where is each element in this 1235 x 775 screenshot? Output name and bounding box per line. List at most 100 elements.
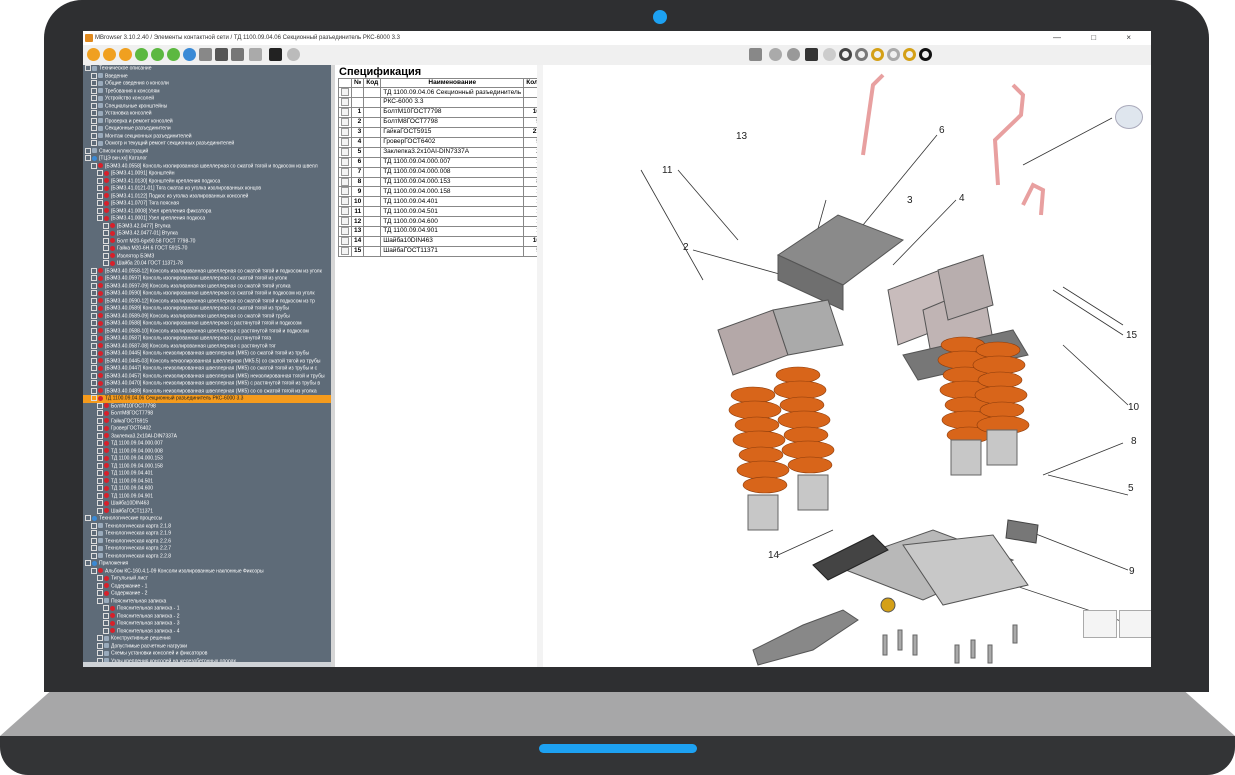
up-icon[interactable] [135,48,148,61]
checkbox-icon[interactable] [341,127,349,136]
tree-item[interactable]: ТД 1100.09.04.000.153 [83,455,331,463]
spec-row[interactable]: 11ТД 1100.09.04.5011 [338,206,543,218]
checkbox-icon[interactable] [341,147,349,156]
expand-icon[interactable] [97,185,103,191]
row-checkbox[interactable] [338,136,352,148]
settings-icon[interactable] [249,48,262,61]
expand-icon[interactable] [91,350,97,356]
tree-item[interactable]: БолтМ8ГОСТ7798 [83,410,331,418]
row-checkbox[interactable] [338,97,352,109]
expand-icon[interactable] [97,582,103,589]
spec-row[interactable]: 10ТД 1100.09.04.4011 [338,196,543,208]
tree-item[interactable]: [БЭМЗ.40.0588] Консоль изолированная шве… [83,320,331,328]
checkbox-icon[interactable] [341,207,349,216]
tree-item[interactable]: [БЭМЗ.40.0558-12] Консоль изолированная … [83,267,331,276]
tree-item[interactable]: ГроверГОСТ6402 [83,425,331,433]
tree-item[interactable]: Конструктивные решения [83,635,331,643]
expand-icon[interactable] [97,642,103,649]
tree-item[interactable]: Пояснительная записка - 2 [83,612,331,621]
tree-item[interactable]: Пояснительная записка [83,597,331,606]
expand-icon[interactable] [97,462,103,469]
expand-icon[interactable] [91,335,97,341]
explode-icon[interactable] [823,48,836,61]
tree-item[interactable]: Специальные кронштейны [83,102,331,111]
tree-item[interactable]: [ТЦЭ вкн.хх] Каталог [83,155,331,163]
ring-icon[interactable] [919,48,932,61]
tree-item[interactable]: ТД 1100.09.04.501 [83,477,331,486]
spec-row[interactable]: РКС-6000 3.3 [338,97,543,109]
expand-icon[interactable] [91,380,97,386]
tree-item[interactable]: [БЭМЗ.40.0587-08] Консоль изолированная … [83,342,331,351]
tree-item[interactable]: Технологическая карта 2.1.8 [83,522,331,531]
tree-item[interactable]: [БЭМЗ.40.0589-09] Консоль изолированная … [83,312,331,321]
tree-item[interactable]: [БЭМЗ.41.0122] Подкос из уголка изолиров… [83,192,331,201]
expand-icon[interactable] [97,200,103,206]
row-checkbox[interactable] [338,116,352,128]
tree-item[interactable]: Шайба10DIN463 [83,500,331,508]
tree-item[interactable]: Пояснительная записка - 3 [83,620,331,628]
expand-icon[interactable] [97,432,103,439]
tree-item[interactable]: [БЭМЗ.40.0588-10] Консоль изолированная … [83,327,331,336]
tree-item[interactable]: ТД 1100.09.04.06 Секционный разъединител… [83,395,331,403]
tree-item[interactable]: Пояснительная записка - 4 [83,627,331,636]
expand-icon[interactable] [91,80,97,86]
tree-item[interactable]: [БЭМЗ.40.0589] Консоль изолированная шве… [83,305,331,313]
expand-icon[interactable] [91,567,97,574]
tree-item[interactable]: Техническое описание [83,65,331,73]
orientation-gizmo-icon[interactable] [1115,105,1143,129]
checkbox-icon[interactable] [341,237,349,246]
expand-icon[interactable] [91,357,97,364]
spec-row[interactable]: 1БолтМ10ГОСТ779816 [338,107,543,118]
tree-item[interactable]: [БЭМЗ.40.0558] Консоль изолированная шве… [83,162,331,171]
refresh-icon[interactable] [167,48,180,61]
expand-icon[interactable] [97,485,103,491]
spec-row[interactable]: 2БолтМ8ГОСТ77985 [338,116,543,128]
expand-icon[interactable] [97,192,103,199]
tree-item[interactable]: Изолятор БЭМЗ [83,252,331,261]
checkbox-icon[interactable] [341,98,349,107]
checkbox-icon[interactable] [341,227,349,236]
expand-icon[interactable] [97,477,103,484]
spec-row[interactable]: 6ТД 1100.09.04.000.0071 [338,156,543,168]
tree-horizontal-scrollbar[interactable] [83,662,331,667]
expand-icon[interactable] [97,410,103,416]
expand-icon[interactable] [97,177,103,184]
tree-item[interactable]: Технологическая карта 2.1.9 [83,530,331,538]
checkbox-icon[interactable] [341,197,349,206]
tree-item[interactable]: [БЭМЗ.41.0008] Узел крепления фиксатора [83,207,331,216]
tree-item[interactable]: [БЭМЗ.40.0590-12] Консоль изолированная … [83,297,331,306]
open-icon[interactable] [87,48,100,61]
row-checkbox[interactable] [338,186,352,198]
tree-item[interactable]: Осмотр и текущий ремонт секционных разъе… [83,140,331,148]
expand-icon[interactable] [91,365,97,371]
back-icon[interactable] [103,48,116,61]
tree-item[interactable]: ТД 1100.09.04.000.158 [83,462,331,471]
expand-icon[interactable] [91,132,97,139]
row-checkbox[interactable] [338,226,352,238]
expand-icon[interactable] [103,230,109,236]
checkbox-icon[interactable] [341,187,349,196]
help-icon[interactable] [287,48,300,61]
tree-item[interactable]: Болт М20-6gх90.58 ГОСТ 7798-70 [83,237,331,246]
expand-icon[interactable] [97,425,103,431]
snapshot-icon[interactable] [805,48,818,61]
tree-item[interactable]: Введение [83,72,331,81]
tree-item[interactable]: [БЭМЗ.41.0130] Кронштейн крепления подко… [83,177,331,186]
expand-icon[interactable] [91,530,97,536]
row-checkbox[interactable] [338,216,352,228]
expand-icon[interactable] [91,387,97,394]
expand-icon[interactable] [91,372,97,379]
expand-icon[interactable] [97,207,103,214]
tree-item[interactable]: БолтМ10ГОСТ7798 [83,402,331,411]
expand-icon[interactable] [91,102,97,109]
tree-item[interactable]: Альбом КС-160.4.1-09 Консоли изолированн… [83,567,331,576]
expand-icon[interactable] [97,215,103,221]
tree-item[interactable]: Пояснительная записка - 1 [83,605,331,613]
expand-icon[interactable] [97,170,103,176]
spec-row[interactable]: 14Шайба10DIN46316 [338,236,543,247]
expand-icon[interactable] [97,455,103,461]
row-checkbox[interactable] [338,176,352,188]
tree-item[interactable]: [БЭМЗ.40.0457] Консоль неизолированная ш… [83,372,331,381]
row-checkbox[interactable] [338,126,352,138]
tree-item[interactable]: Приложения [83,560,331,568]
